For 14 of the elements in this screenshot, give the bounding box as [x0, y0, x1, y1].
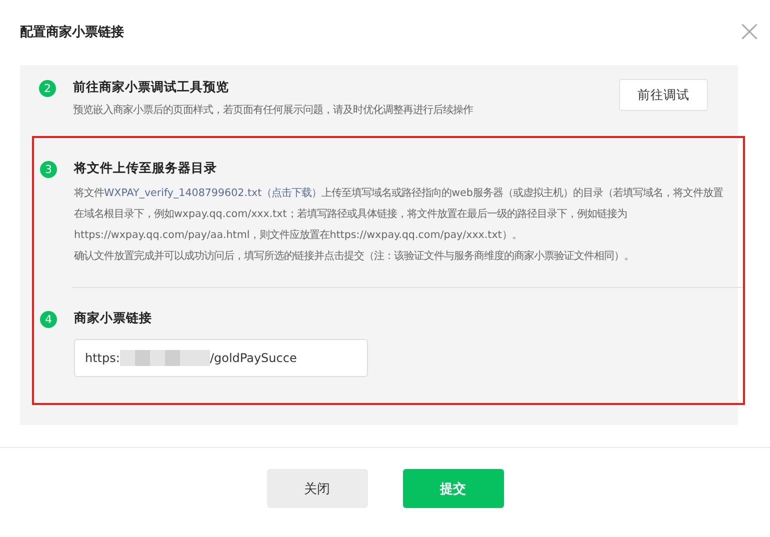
- step-title: 前往商家小票调试工具预览: [73, 79, 230, 96]
- step-number: 2: [39, 80, 56, 97]
- step-description: 预览嵌入商家小票后的页面样式，若页面有任何展示问题，请及时优化调整再进行后续操作: [73, 103, 473, 118]
- debug-button[interactable]: 前往调试: [619, 79, 708, 111]
- step-description: 将文件WXPAY_verify_1408799602.txt（点击下载）上传至填写域名或路径指向的web服务器（或虚拟主机）的目录（若填写域名，将文件放置在域名根目录下，例如wxpay.qq.com/xxx.txt；若填写路径或具体链接，将文件放置在最后一级的路径目录下，例如链接为https://wxpay.qq.com/pay/aa.html，则文件应放置在https://wxpay.qq.com/pay/xxx.txt）。: [74, 186, 723, 243]
- link-input-field[interactable]: https: /goldPaySucce: [74, 339, 368, 377]
- step-number: 4: [40, 311, 57, 328]
- close-button[interactable]: 关闭: [266, 469, 368, 508]
- dialog-title: 配置商家小票链接: [20, 24, 124, 41]
- step-title: 商家小票链接: [74, 310, 153, 327]
- download-link[interactable]: WXPAY_verify_1408799602.txt（点击下载）: [104, 187, 322, 199]
- step-number: 3: [40, 161, 57, 178]
- step-note: 确认文件放置完成并可以成功访问后，填写所选的链接并点击提交（注：该验证文件与服务商维度的商家小票验证文件相同）。: [74, 249, 635, 264]
- step-title: 将文件上传至服务器目录: [74, 160, 218, 177]
